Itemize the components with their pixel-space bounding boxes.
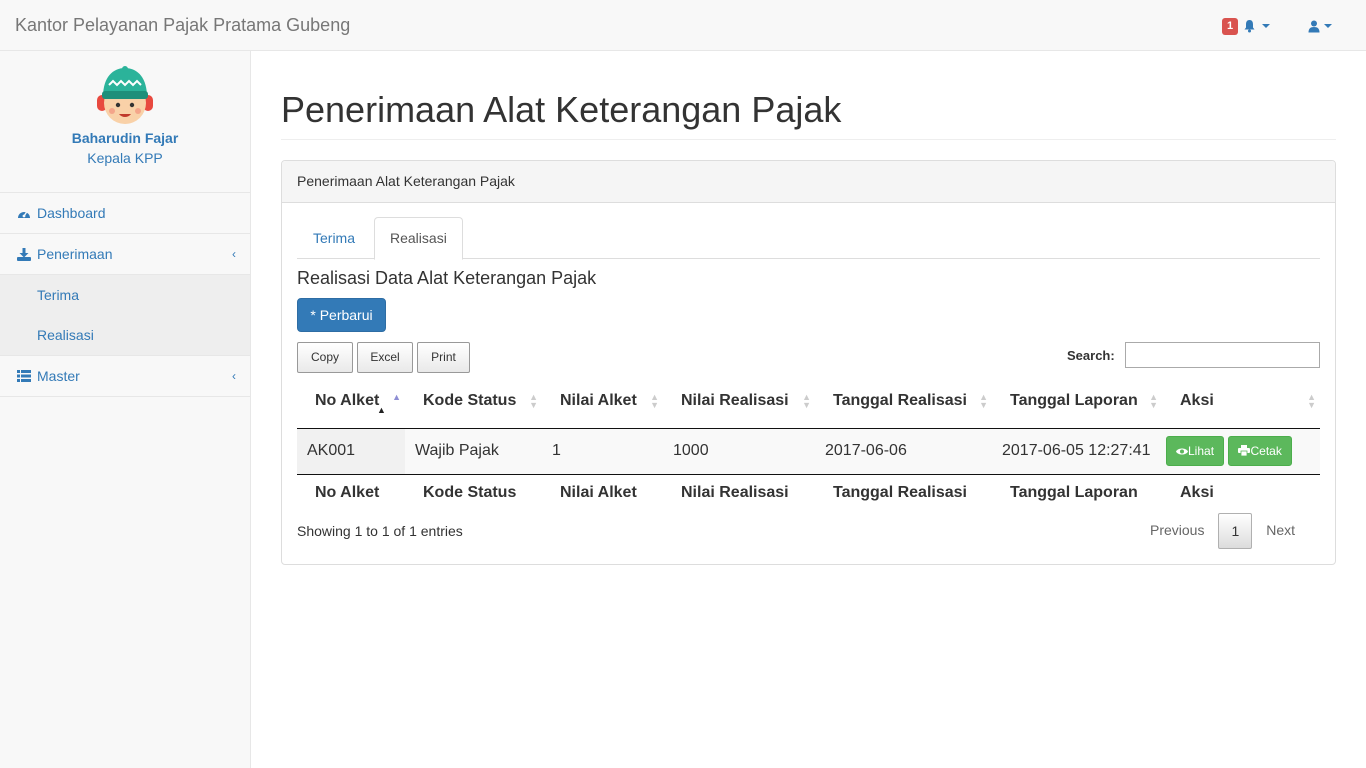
table-row: AK001 Wajib Pajak 1 1000 2017-06-06 2017…: [297, 428, 1320, 474]
previous-page-button[interactable]: Previous: [1136, 513, 1218, 549]
dashboard-icon: [17, 206, 31, 220]
sidebar-item-label: Dashboard: [37, 205, 106, 221]
download-icon: [17, 247, 31, 261]
chevron-left-icon: ‹: [232, 369, 236, 383]
alert-count-badge: 1: [1222, 17, 1239, 35]
excel-button[interactable]: Excel: [357, 342, 413, 373]
sort-icon: ▲ ▼: [802, 392, 811, 410]
search-input[interactable]: [1125, 342, 1320, 368]
list-icon: [17, 369, 31, 383]
table-header-row: No Alket ▲ ▲ Kode Status ▲ ▼ Nilai Alket ▲ ▼ …: [297, 375, 1320, 429]
sidebar-item-label: Master: [37, 368, 80, 384]
table-footer-row: No Alket Kode Status Nilai Alket Nilai R…: [297, 473, 1320, 512]
chevron-down-icon: [1262, 24, 1271, 28]
cell-tanggal-realisasi: 2017-06-06: [815, 428, 992, 474]
sidebar-item-terima[interactable]: Terima: [0, 275, 250, 315]
sidebar-item-label: Penerimaan: [37, 246, 113, 262]
sidebar-item-master[interactable]: Master ‹: [0, 356, 250, 397]
cell-nilai-realisasi: 1000: [663, 428, 815, 474]
sidebar-item-penerimaan[interactable]: Penerimaan ‹: [0, 234, 250, 275]
cell-tanggal-laporan: 2017-06-05 12:27:41: [992, 428, 1162, 474]
tab-realisasi[interactable]: Realisasi: [374, 217, 463, 260]
sort-active-indicator: ▲: [377, 405, 386, 415]
sidebar: Baharudin Fajar Kepala KPP Dashboard Pen…: [0, 51, 251, 768]
section-title: Realisasi Data Alat Keterangan Pajak: [297, 268, 597, 288]
sort-icon: ▲ ▼: [1307, 392, 1316, 410]
chevron-left-icon: ‹: [232, 247, 236, 261]
user-role: Kepala KPP: [87, 150, 163, 166]
user-name: Baharudin Fajar: [71, 130, 179, 146]
cell-aksi: Lihat Cetak: [1162, 428, 1320, 474]
next-page-button[interactable]: Next: [1252, 513, 1309, 549]
footer-nilai-realisasi: Nilai Realisasi: [663, 473, 815, 512]
sort-icon: ▲ ▼: [529, 392, 538, 410]
alerts-dropdown[interactable]: 1: [1222, 16, 1271, 36]
user-profile: Baharudin Fajar Kepala KPP: [0, 51, 250, 193]
sort-asc-icon: ▲: [392, 392, 401, 402]
content-panel: Penerimaan Alat Keterangan Pajak Terima …: [281, 160, 1336, 565]
chevron-down-icon: [1324, 24, 1332, 28]
update-button[interactable]: * Perbarui: [297, 298, 386, 332]
app-brand[interactable]: Kantor Pelayanan Pajak Pratama Gubeng: [15, 14, 350, 36]
column-header-nilai-realisasi[interactable]: Nilai Realisasi ▲ ▼: [663, 375, 815, 429]
column-header-tanggal-realisasi[interactable]: Tanggal Realisasi ▲ ▼: [815, 375, 992, 429]
footer-nilai-alket: Nilai Alket: [542, 473, 663, 512]
sort-icon: ▲ ▼: [1149, 392, 1158, 410]
cell-kode-status: Wajib Pajak: [405, 428, 542, 474]
print-row-button[interactable]: Cetak: [1228, 436, 1292, 466]
panel-heading: Penerimaan Alat Keterangan Pajak: [282, 161, 1335, 203]
column-header-aksi[interactable]: Aksi ▲ ▼: [1162, 375, 1320, 429]
sidebar-item-realisasi[interactable]: Realisasi: [0, 315, 250, 355]
submenu-penerimaan: Terima Realisasi: [0, 275, 250, 356]
print-button[interactable]: Print: [417, 342, 470, 373]
user-icon: [1308, 20, 1320, 33]
tab-terima[interactable]: Terima: [298, 217, 370, 259]
cell-nilai-alket: 1: [542, 428, 663, 474]
sort-icon: ▲ ▼: [979, 392, 988, 410]
footer-aksi: Aksi: [1162, 473, 1320, 512]
sort-icon: ▲ ▼: [650, 392, 659, 410]
footer-tanggal-realisasi: Tanggal Realisasi: [815, 473, 992, 512]
avatar: [95, 65, 155, 129]
pagination: Previous 1 Next: [1136, 513, 1309, 549]
cell-no-alket: AK001: [297, 428, 405, 474]
bell-icon: [1243, 19, 1256, 33]
search-label: Search:: [1067, 348, 1115, 363]
top-navbar: Kantor Pelayanan Pajak Pratama Gubeng 1: [0, 0, 1366, 51]
printer-icon: [1238, 438, 1251, 466]
footer-no-alket: No Alket: [297, 473, 405, 512]
copy-button[interactable]: Copy: [297, 342, 353, 373]
tab-bar: Terima Realisasi: [297, 217, 1320, 260]
column-header-kode-status[interactable]: Kode Status ▲ ▼: [405, 375, 542, 429]
data-table: No Alket ▲ ▲ Kode Status ▲ ▼ Nilai Alket ▲ ▼ …: [297, 375, 1320, 512]
footer-kode-status: Kode Status: [405, 473, 542, 512]
column-header-tanggal-laporan[interactable]: Tanggal Laporan ▲ ▼: [992, 375, 1162, 429]
footer-tanggal-laporan: Tanggal Laporan: [992, 473, 1162, 512]
page-header: Penerimaan Alat Keterangan Pajak: [281, 88, 1336, 140]
sidebar-item-dashboard[interactable]: Dashboard: [0, 193, 250, 234]
column-header-nilai-alket[interactable]: Nilai Alket ▲ ▼: [542, 375, 663, 429]
current-page-button[interactable]: 1: [1218, 513, 1253, 549]
table-info: Showing 1 to 1 of 1 entries: [297, 523, 463, 539]
page-title: Penerimaan Alat Keterangan Pajak: [281, 89, 842, 130]
user-dropdown[interactable]: [1308, 16, 1332, 36]
column-header-no-alket[interactable]: No Alket ▲ ▲: [297, 375, 405, 429]
view-button[interactable]: Lihat: [1166, 436, 1225, 466]
eye-icon: [1176, 438, 1188, 466]
